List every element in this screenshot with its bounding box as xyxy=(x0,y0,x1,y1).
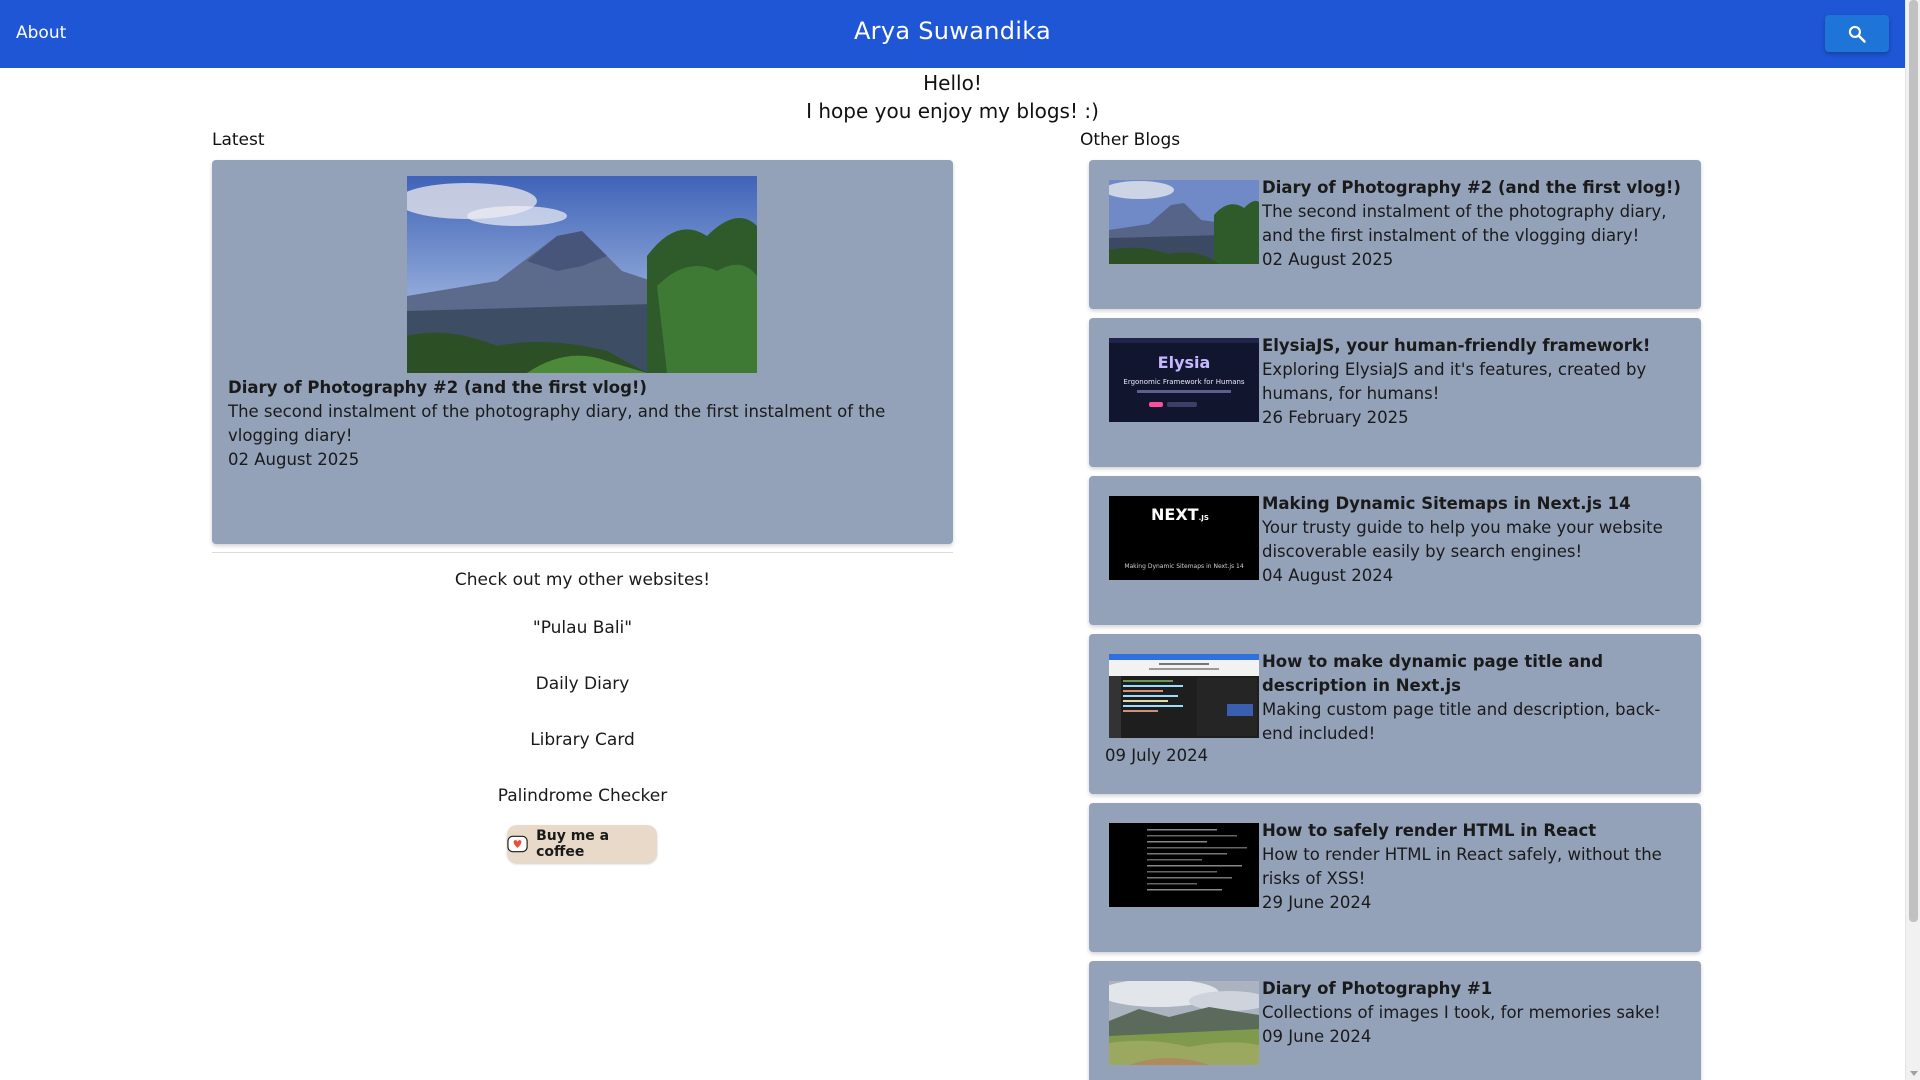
blog-date: 02 August 2025 xyxy=(1262,250,1394,269)
latest-blog-text: Diary of Photography #2 (and the first v… xyxy=(228,376,928,472)
blog-card[interactable]: How to safely render HTML in React How t… xyxy=(1089,803,1701,952)
blog-card[interactable]: NEXT.JS Making Dynamic Sitemaps in Next.… xyxy=(1089,476,1701,625)
buy-me-a-coffee-button[interactable]: Buy me a coffee xyxy=(507,825,657,863)
blog-thumbnail-mountain xyxy=(1109,180,1259,264)
blog-title[interactable]: Diary of Photography #1 xyxy=(1262,979,1492,998)
other-blogs-heading: Other Blogs xyxy=(1080,130,1181,150)
blog-date: 09 July 2024 xyxy=(1105,746,1209,765)
blog-card[interactable]: Elysia Ergonomic Framework for Humans El… xyxy=(1089,318,1701,467)
blog-date: 09 June 2024 xyxy=(1262,1027,1372,1046)
top-navbar: About Arya Suwandika xyxy=(0,0,1905,68)
blog-card[interactable]: Diary of Photography #2 (and the first v… xyxy=(1089,160,1701,309)
blog-title[interactable]: Diary of Photography #2 (and the first v… xyxy=(1262,178,1681,197)
blog-text: How to make dynamic page title and descr… xyxy=(1262,650,1687,746)
elysia-logo-text: Elysia xyxy=(1158,353,1211,372)
greeting-hello: Hello! xyxy=(923,71,982,95)
blog-description: Your trusty guide to help you make your … xyxy=(1262,518,1663,561)
latest-blog-title[interactable]: Diary of Photography #2 (and the first v… xyxy=(228,378,647,397)
blog-description: Making custom page title and description… xyxy=(1262,700,1661,743)
blog-text: Diary of Photography #1 Collections of i… xyxy=(1262,977,1687,1049)
latest-blog-description: The second instalment of the photography… xyxy=(228,402,886,445)
site-title[interactable]: Arya Suwandika xyxy=(0,17,1905,45)
other-websites-heading: Check out my other websites! xyxy=(454,570,711,590)
blog-date: 26 February 2025 xyxy=(1262,408,1409,427)
scroll-down-arrow-icon[interactable] xyxy=(1910,1071,1918,1076)
blog-description: How to render HTML in React safely, with… xyxy=(1262,845,1662,888)
blog-description: Collections of images I took, for memori… xyxy=(1262,1003,1661,1022)
website-link-pulau-bali[interactable]: "Pulau Bali" xyxy=(212,618,953,638)
blog-thumbnail-landscape xyxy=(1109,981,1259,1065)
blog-date: 04 August 2024 xyxy=(1262,566,1394,585)
blog-text: Diary of Photography #2 (and the first v… xyxy=(1262,176,1687,272)
website-link-palindrome-checker[interactable]: Palindrome Checker xyxy=(212,786,953,806)
scrollbar-thumb[interactable] xyxy=(1909,0,1918,922)
website-link-daily-diary[interactable]: Daily Diary xyxy=(212,674,953,694)
search-icon xyxy=(1848,25,1866,43)
blog-thumbnail-elysia: Elysia Ergonomic Framework for Humans xyxy=(1109,338,1259,422)
coffee-label: Buy me a coffee xyxy=(536,828,610,860)
nextjs-logo-text: NEXT xyxy=(1151,505,1199,524)
blog-description: Exploring ElysiaJS and it's features, cr… xyxy=(1262,360,1647,403)
latest-blog-card[interactable]: Diary of Photography #2 (and the first v… xyxy=(212,160,953,544)
website-link-library-card[interactable]: Library Card xyxy=(212,730,953,750)
blog-text: ElysiaJS, your human-friendly framework!… xyxy=(1262,334,1687,430)
divider xyxy=(212,552,953,553)
blog-title[interactable]: How to safely render HTML in React xyxy=(1262,821,1596,840)
blog-thumbnail-nextjs: NEXT.JS Making Dynamic Sitemaps in Next.… xyxy=(1109,496,1259,580)
latest-blog-date: 02 August 2025 xyxy=(228,450,360,469)
blog-card[interactable]: How to make dynamic page title and descr… xyxy=(1089,634,1701,794)
blog-card[interactable]: Diary of Photography #1 Collections of i… xyxy=(1089,961,1701,1080)
blog-text: Making Dynamic Sitemaps in Next.js 14 Yo… xyxy=(1262,492,1687,588)
blog-text: How to safely render HTML in React How t… xyxy=(1262,819,1687,915)
blog-title[interactable]: How to make dynamic page title and descr… xyxy=(1262,652,1603,695)
elysia-tagline-text: Ergonomic Framework for Humans xyxy=(1123,378,1245,386)
blog-title[interactable]: ElysiaJS, your human-friendly framework! xyxy=(1262,336,1650,355)
blog-thumbnail-terminal xyxy=(1109,823,1259,907)
nextjs-logo-suffix: .JS xyxy=(1199,514,1209,522)
blog-thumbnail-code-editor xyxy=(1109,654,1259,738)
search-button[interactable] xyxy=(1825,15,1889,52)
blog-date: 29 June 2024 xyxy=(1262,893,1372,912)
latest-heading: Latest xyxy=(212,130,265,150)
latest-blog-image xyxy=(407,176,757,373)
coffee-cup-icon xyxy=(507,835,528,853)
nextjs-caption-text: Making Dynamic Sitemaps in Next.js 14 xyxy=(1124,563,1244,570)
page-scrollbar[interactable] xyxy=(1905,0,1920,1080)
blog-description: The second instalment of the photography… xyxy=(1262,202,1667,245)
greeting-message: I hope you enjoy my blogs! :) xyxy=(806,99,1099,123)
blog-title[interactable]: Making Dynamic Sitemaps in Next.js 14 xyxy=(1262,494,1631,513)
